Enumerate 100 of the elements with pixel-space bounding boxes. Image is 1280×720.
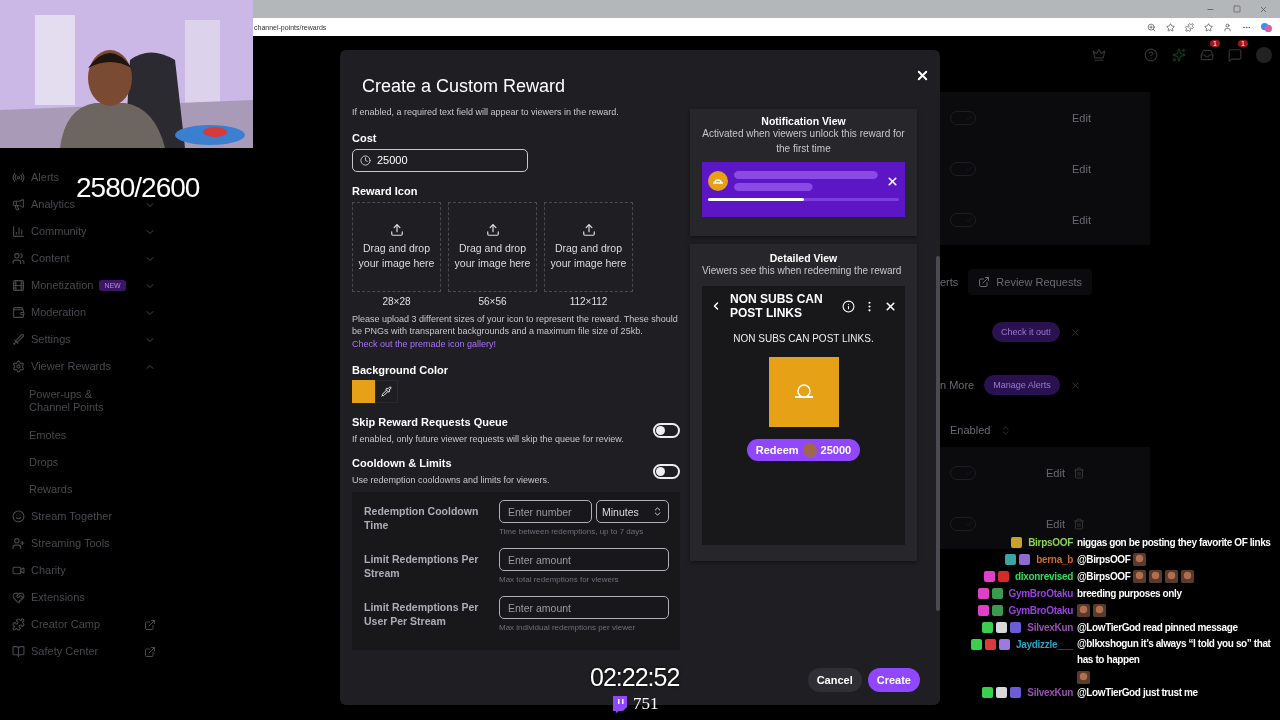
- limit-label: Redemption Cooldown Time: [364, 504, 480, 533]
- chat-username[interactable]: SilvexKun: [1027, 687, 1073, 698]
- sidebar-item[interactable]: Creator Camp: [31, 618, 101, 631]
- maximize-icon[interactable]: [1233, 5, 1241, 13]
- chat-message: @LowTierGod read pinned message: [1077, 620, 1238, 635]
- panel-description: Viewers see this when redeeming the reward: [702, 264, 903, 278]
- icon-gallery-link[interactable]: Check out the premade icon gallery!: [352, 338, 497, 349]
- field-hint: Max individual redemptions per viewer: [499, 622, 637, 634]
- chat-username[interactable]: SilvexKun: [1027, 622, 1073, 633]
- create-button[interactable]: Create: [867, 668, 920, 692]
- extensions-icon[interactable]: [1185, 22, 1194, 32]
- sidebar-subitem[interactable]: Power-ups & Channel Points: [12, 388, 132, 414]
- panel-title: Detailed View: [769, 252, 838, 264]
- sidebar-item[interactable]: Streaming Tools: [31, 537, 110, 550]
- panel-title: Notification View: [761, 115, 846, 127]
- emote-icon: [1149, 570, 1163, 583]
- review-requests-button[interactable]: Review Requests: [968, 269, 1092, 295]
- favorites-icon[interactable]: [1204, 22, 1213, 32]
- help-icon[interactable]: [1144, 48, 1158, 62]
- sword-icon: [12, 333, 25, 346]
- chat-icon[interactable]: [1228, 48, 1242, 62]
- sidebar-item[interactable]: Stream Together: [31, 510, 113, 523]
- close-button[interactable]: [915, 68, 930, 83]
- trash-icon[interactable]: [1072, 517, 1085, 530]
- edit-link[interactable]: Edit: [1072, 111, 1091, 124]
- sidebar-item[interactable]: Analytics: [31, 198, 76, 211]
- edit-link[interactable]: Edit: [1046, 466, 1065, 479]
- limit-label: Limit Redemptions Per Stream: [364, 552, 480, 581]
- chat-username[interactable]: Jaydizzle___: [1016, 639, 1073, 650]
- chat-message: @LowTierGod just trust me: [1077, 685, 1198, 700]
- emote-icon: [1133, 570, 1147, 583]
- sidebar-subitem[interactable]: Emotes: [12, 429, 67, 442]
- image-drop-zone[interactable]: Drag and drop your image here: [352, 201, 441, 292]
- gear-icon: [12, 360, 25, 373]
- smile-icon: [12, 510, 25, 523]
- external-link-icon: [978, 276, 991, 288]
- sidebar-item[interactable]: Moderation: [31, 306, 87, 319]
- sidebar-item[interactable]: Extensions: [31, 591, 85, 604]
- input-field[interactable]: Enter amount: [499, 596, 669, 619]
- sidebar-item[interactable]: Community: [31, 225, 87, 238]
- image-drop-zone[interactable]: Drag and drop your image here: [448, 201, 537, 292]
- edit-link[interactable]: Edit: [1046, 517, 1065, 530]
- star-icon[interactable]: [1166, 22, 1175, 32]
- unit-select[interactable]: Minutes: [596, 500, 669, 523]
- sidebar-item[interactable]: Settings: [31, 333, 71, 346]
- emote-icon: [1093, 604, 1106, 617]
- radio-icon: [12, 171, 25, 184]
- inbox-icon[interactable]: [1200, 48, 1214, 62]
- trash-icon[interactable]: [1072, 466, 1085, 479]
- sidebar-item[interactable]: Alerts: [31, 171, 60, 184]
- close-icon[interactable]: [886, 174, 899, 188]
- profile-icon[interactable]: [1223, 22, 1232, 32]
- avatar[interactable]: [1256, 47, 1272, 63]
- users-icon: [12, 252, 25, 265]
- promo-button[interactable]: Check it out!: [992, 322, 1061, 342]
- chat-username[interactable]: GymBroOtaku: [1008, 605, 1073, 616]
- field-label: Skip Reward Requests Queue: [352, 416, 508, 428]
- chat-username[interactable]: berna_b: [1036, 554, 1073, 565]
- input-field[interactable]: Enter number: [499, 500, 592, 523]
- cost-field[interactable]: 25000: [352, 148, 528, 172]
- field-hint: Max total redemptions for viewers: [499, 574, 620, 586]
- sidebar-item[interactable]: Monetization: [31, 279, 94, 292]
- sidebar-subitem[interactable]: Rewards: [12, 483, 73, 496]
- upload-icon: [389, 222, 404, 237]
- reward-prompt: NON SUBS CAN POST LINKS.: [733, 332, 874, 344]
- sidebar-item[interactable]: Content: [31, 252, 70, 265]
- redeem-button[interactable]: Redeem 25000: [746, 438, 861, 461]
- color-swatch[interactable]: [352, 380, 375, 403]
- chat-username[interactable]: GymBroOtaku: [1008, 588, 1073, 599]
- chat-username[interactable]: dixonrevised: [1014, 571, 1073, 582]
- emote-icon: [1133, 553, 1147, 566]
- toggle-switch[interactable]: [653, 464, 680, 479]
- avatar-icon: [802, 442, 817, 457]
- eyedropper-button[interactable]: [375, 380, 398, 403]
- chat-username[interactable]: BirpsOOF: [1028, 537, 1073, 548]
- icon-size-label: 28×28: [382, 295, 411, 307]
- edit-link[interactable]: Edit: [1072, 213, 1091, 226]
- filter-select[interactable]: Enabled: [950, 424, 991, 436]
- field-hint: Time between redemptions, up to 7 days: [499, 526, 645, 538]
- zoom-icon[interactable]: [1147, 22, 1156, 32]
- manage-alerts-button[interactable]: Manage Alerts: [984, 375, 1060, 395]
- close-icon[interactable]: [884, 299, 897, 313]
- sidebar-item[interactable]: Safety Center: [31, 645, 99, 658]
- external-link-icon: [144, 645, 156, 658]
- cancel-button[interactable]: Cancel: [807, 668, 862, 692]
- crown-icon[interactable]: [1092, 48, 1106, 62]
- field-label: Cost: [352, 131, 378, 144]
- colorful-logo-icon[interactable]: [1261, 21, 1272, 33]
- toggle-switch[interactable]: [653, 423, 680, 438]
- sidebar-subitem[interactable]: Drops: [12, 456, 59, 469]
- sidebar-item[interactable]: Viewer Rewards: [31, 360, 111, 373]
- pipette-icon: [381, 386, 392, 397]
- sparkle-icon[interactable]: [1172, 48, 1186, 62]
- sidebar-item[interactable]: Charity: [31, 564, 66, 577]
- edit-link[interactable]: Edit: [1072, 162, 1091, 175]
- external-link-icon: [144, 618, 156, 631]
- info-icon[interactable]: [842, 299, 855, 313]
- input-field[interactable]: Enter amount: [499, 548, 669, 571]
- more-text: n More: [940, 379, 975, 391]
- image-drop-zone[interactable]: Drag and drop your image here: [544, 201, 633, 292]
